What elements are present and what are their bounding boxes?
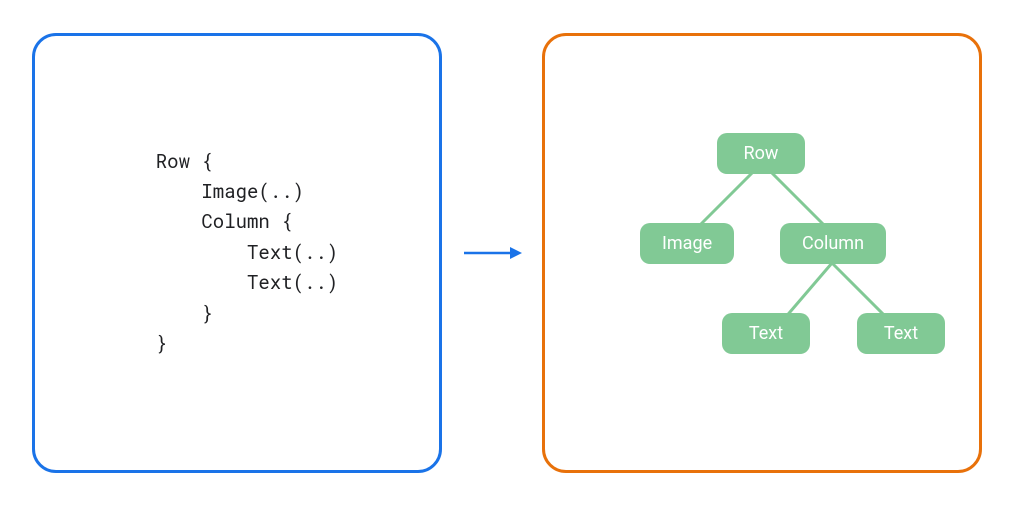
code-block: Row { Image(..) Column { Text(..) Text(.… xyxy=(136,147,338,360)
code-line: Row { xyxy=(156,149,213,174)
code-line: Text(..) xyxy=(156,270,338,295)
code-line: Image(..) xyxy=(156,179,304,204)
code-panel: Row { Image(..) Column { Text(..) Text(.… xyxy=(32,33,442,473)
arrow-icon xyxy=(462,243,522,263)
code-line: } xyxy=(156,331,167,356)
tree-node-row: Row xyxy=(717,133,805,174)
tree-node-column: Column xyxy=(780,223,886,264)
tree-node-text-2: Text xyxy=(857,313,945,354)
code-line: Text(..) xyxy=(156,240,338,265)
tree-panel: Row Image Column Text Text xyxy=(542,33,982,473)
code-line: } xyxy=(156,301,213,326)
tree-node-text-1: Text xyxy=(722,313,810,354)
code-line: Column { xyxy=(156,209,293,234)
tree-diagram: Row Image Column Text Text xyxy=(562,123,962,383)
tree-node-image: Image xyxy=(640,223,734,264)
